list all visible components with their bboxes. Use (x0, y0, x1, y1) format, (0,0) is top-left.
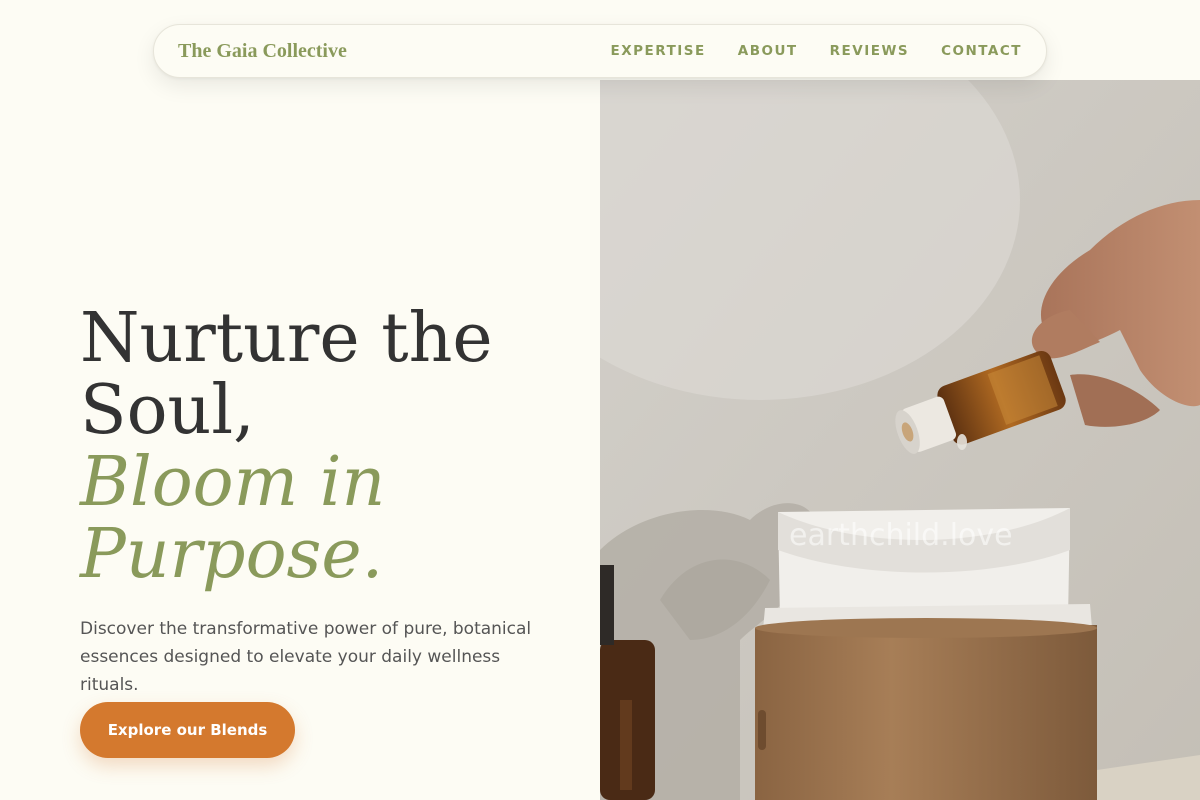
hero-title-line-1: Nurture the (80, 299, 493, 378)
brand-logo[interactable]: The Gaia Collective (178, 40, 347, 63)
hero-accent-line-2: Purpose. (80, 515, 384, 594)
hero-accent-line-1: Bloom in (80, 443, 386, 522)
hero-subtitle: Discover the transformative power of pur… (80, 619, 532, 695)
nav-link-reviews[interactable]: REVIEWS (830, 43, 909, 59)
top-nav: The Gaia Collective EXPERTISE ABOUT REVI… (153, 24, 1047, 78)
hero-title-line-2: Soul, (80, 371, 255, 450)
hero-title: Nurture the Soul, Bloom in Purpose. (80, 303, 560, 591)
nav-link-contact[interactable]: CONTACT (941, 43, 1022, 59)
explore-blends-button[interactable]: Explore our Blends (80, 702, 295, 758)
nav-link-about[interactable]: ABOUT (738, 43, 798, 59)
nav-link-expertise[interactable]: EXPERTISE (611, 43, 706, 59)
aromatherapy-illustration (600, 80, 1200, 800)
hero-image: earthchild.love (600, 80, 1200, 800)
nav-links: EXPERTISE ABOUT REVIEWS CONTACT (611, 43, 1022, 59)
image-watermark: earthchild.love (789, 518, 1013, 553)
